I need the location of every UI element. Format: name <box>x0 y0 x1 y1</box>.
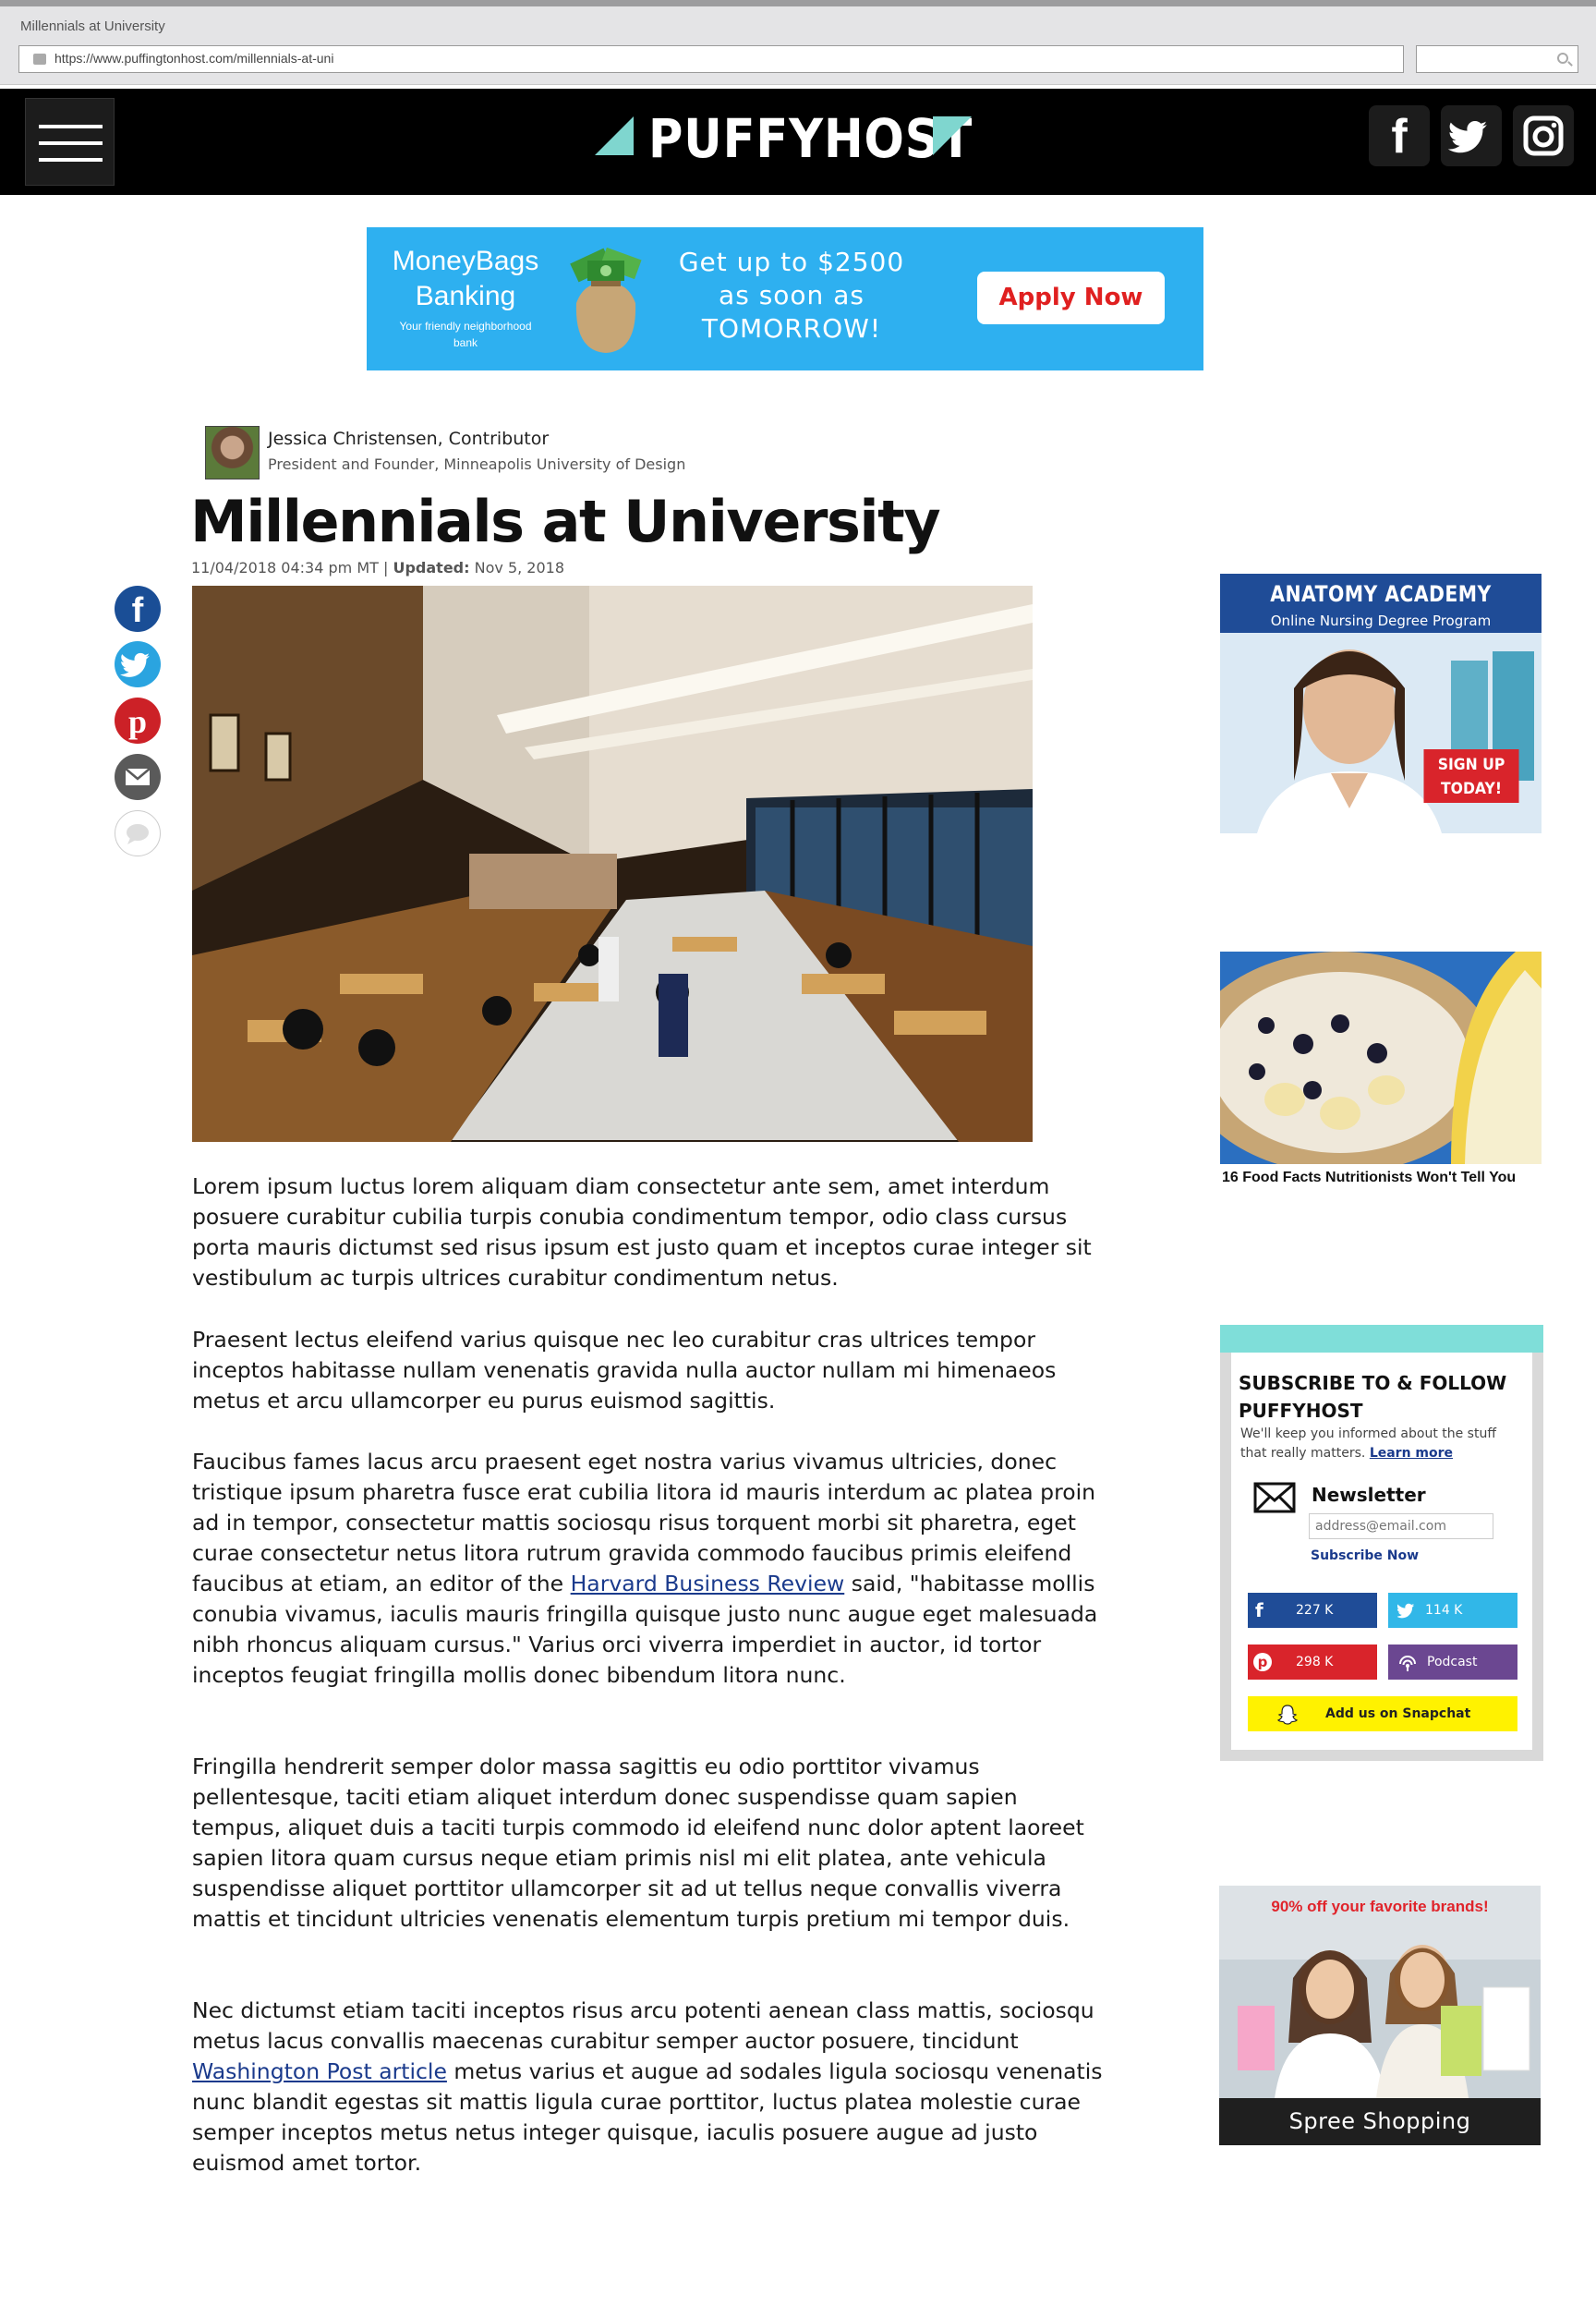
anatomy-ad-header: ANATOMY ACADEMY Online Nursing Degree Pr… <box>1220 574 1542 633</box>
article-paragraph: Nec dictumst etiam taciti inceptos risus… <box>192 1996 1106 2179</box>
share-mail-icon[interactable] <box>115 754 161 800</box>
share-twitter-icon[interactable] <box>115 641 161 687</box>
anatomy-ad-subtitle: Online Nursing Degree Program <box>1270 613 1492 629</box>
shoppers-photo <box>1219 1886 1541 2098</box>
ad-offer-text: Get up to $2500 as soon as TOMORROW! <box>678 247 905 344</box>
page-title: Millennials at University <box>190 488 941 555</box>
article-dateline: 11/04/2018 04:34 pm MT | Updated: Nov 5,… <box>191 559 565 576</box>
food-ad-caption[interactable]: 16 Food Facts Nutritionists Won't Tell Y… <box>1222 1167 1536 1189</box>
food-facts-ad[interactable] <box>1220 952 1542 1164</box>
share-facebook-icon[interactable]: f <box>115 586 161 632</box>
site-header: PUFFYHOST f <box>0 89 1596 195</box>
facebook-icon[interactable]: f <box>1369 105 1430 166</box>
search-icon[interactable] <box>1557 53 1568 64</box>
url-text[interactable]: https://www.puffingtonhost.com/millennia… <box>54 51 333 66</box>
sign-up-button[interactable]: SIGN UP TODAY! <box>1423 749 1519 803</box>
twitter-follow-button[interactable]: 114 K <box>1388 1593 1517 1628</box>
ad-brand-name: MoneyBags Banking <box>392 246 539 311</box>
washington-post-link[interactable]: Washington Post article <box>192 2058 447 2084</box>
envelope-icon <box>1253 1482 1296 1513</box>
snapchat-icon <box>1276 1705 1299 1725</box>
learn-more-link[interactable]: Learn more <box>1370 1446 1453 1461</box>
top-banner-ad[interactable]: MoneyBags Banking Your friendly neighbor… <box>367 227 1203 370</box>
twitter-icon <box>1397 1603 1415 1619</box>
share-comment-icon[interactable] <box>115 810 161 856</box>
menu-icon <box>39 125 103 128</box>
article-paragraph: Lorem ipsum luctus lorem aliquam diam co… <box>192 1173 1092 1291</box>
newsletter-title: SUBSCRIBE TO & FOLLOW PUFFYHOST <box>1239 1372 1507 1422</box>
spree-brand-name: Spree Shopping <box>1219 2098 1541 2145</box>
instagram-icon[interactable] <box>1513 105 1574 166</box>
paragraph-text: Nec dictumst etiam taciti inceptos risus… <box>192 1997 1094 2054</box>
facebook-count: 227 K <box>1296 1603 1334 1618</box>
facebook-follow-button[interactable]: f 227 K <box>1248 1593 1377 1628</box>
updated-label: Updated <box>393 559 465 576</box>
snapchat-label: Add us on Snapchat <box>1325 1706 1471 1721</box>
address-bar[interactable]: https://www.puffingtonhost.com/millennia… <box>18 45 1404 73</box>
article-paragraph: Faucibus fames lacus arcu praesent eget … <box>192 1447 1106 1691</box>
hero-image-cafeteria <box>192 586 1033 1142</box>
nurse-photo <box>1220 633 1542 833</box>
podcast-label: Podcast <box>1427 1655 1478 1669</box>
newsletter-description: We'll keep you informed about the stuff … <box>1240 1425 1517 1463</box>
article-paragraph: Praesent lectus eleifend varius quisque … <box>192 1327 1057 1414</box>
window-title: Millennials at University <box>20 18 165 34</box>
podcast-button[interactable]: Podcast <box>1388 1645 1517 1680</box>
newsletter-accent-bar <box>1220 1325 1543 1353</box>
menu-icon-line <box>39 141 103 145</box>
logo-triangle-left <box>595 116 634 155</box>
author-role: President and Founder, Minneapolis Unive… <box>268 455 686 473</box>
published-date: 11/04/2018 04:34 pm MT <box>191 559 379 576</box>
spree-promo-text: 90% off your favorite brands! <box>1271 1898 1489 1915</box>
twitter-count: 114 K <box>1425 1603 1463 1618</box>
subscribe-now-button[interactable]: Subscribe Now <box>1311 1548 1419 1563</box>
author-avatar[interactable] <box>205 426 260 479</box>
twitter-icon[interactable] <box>1441 105 1502 166</box>
ad-brand-tagline: Your friendly neighborhood bank <box>399 320 532 349</box>
browser-search-input[interactable] <box>1416 45 1578 73</box>
newsletter-label: Newsletter <box>1312 1484 1426 1506</box>
newsletter-panel: SUBSCRIBE TO & FOLLOW PUFFYHOST We'll ke… <box>1231 1353 1532 1750</box>
pinterest-follow-button[interactable]: p 298 K <box>1248 1645 1377 1680</box>
oatmeal-photo <box>1220 952 1542 1164</box>
anatomy-ad-title: ANATOMY ACADEMY <box>1270 581 1492 607</box>
article-paragraph: Fringilla hendrerit semper dolor massa s… <box>192 1754 1084 1932</box>
spree-shopping-ad[interactable]: 90% off your favorite brands! Spree Shop… <box>1219 1886 1541 2145</box>
anatomy-academy-ad[interactable]: ANATOMY ACADEMY Online Nursing Degree Pr… <box>1220 574 1542 833</box>
share-pinterest-icon[interactable]: p <box>115 698 161 744</box>
apply-now-button[interactable]: Apply Now <box>977 272 1165 324</box>
podcast-icon <box>1399 1656 1416 1671</box>
harvard-business-review-link[interactable]: Harvard Business Review <box>571 1571 845 1596</box>
logo-text: PUFFYHOST <box>648 107 973 170</box>
logo-triangle-right <box>933 116 972 155</box>
money-bag-icon <box>570 248 642 353</box>
menu-button[interactable] <box>25 98 115 186</box>
facebook-icon: f <box>1255 1599 1264 1621</box>
pinterest-count: 298 K <box>1296 1655 1334 1669</box>
newsletter-description-text: We'll keep you informed about the stuff … <box>1240 1426 1496 1461</box>
snapchat-button[interactable]: Add us on Snapchat <box>1248 1696 1517 1731</box>
browser-chrome: Millennials at University https://www.pu… <box>0 0 1596 85</box>
pinterest-icon: p <box>1253 1653 1272 1671</box>
page-icon <box>33 54 46 65</box>
newsletter-widget: SUBSCRIBE TO & FOLLOW PUFFYHOST We'll ke… <box>1220 1325 1543 1761</box>
updated-date: Nov 5, 2018 <box>474 559 565 576</box>
email-field[interactable] <box>1309 1513 1493 1539</box>
menu-icon-line <box>39 158 103 162</box>
site-logo[interactable]: PUFFYHOST <box>591 107 979 174</box>
author-name[interactable]: Jessica Christensen, Contributor <box>268 429 549 449</box>
